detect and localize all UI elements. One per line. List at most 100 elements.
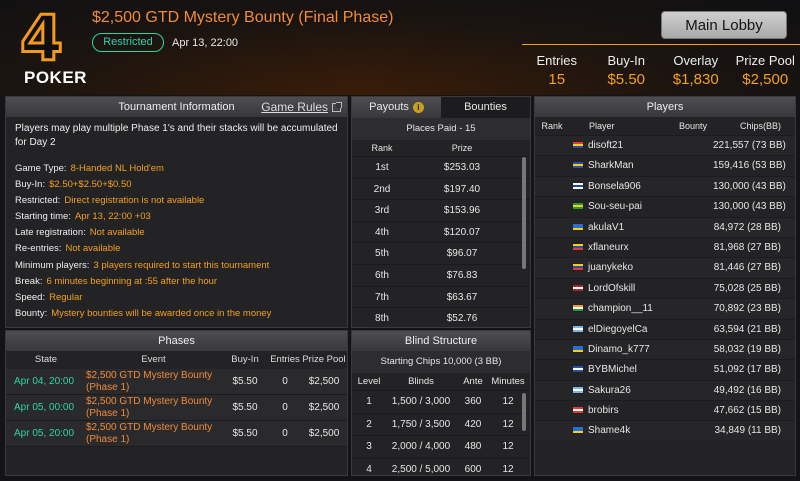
player-row[interactable]: disoft21 221,557 (73 BB) — [535, 135, 795, 156]
info-value: 3 players required to start this tournam… — [93, 259, 270, 271]
player-bounty — [673, 156, 713, 175]
player-row[interactable]: Dinamo_k777 58,032 (19 BB) — [535, 338, 795, 360]
player-row[interactable]: Bonsela906 130,000 (43 BB) — [535, 175, 795, 197]
blind-ante: 360 — [464, 396, 482, 407]
player-cell: Bonsela906 — [569, 177, 673, 196]
phase-row[interactable]: Apr 05, 20:00 $2,500 GTD Mystery Bounty (… — [6, 421, 347, 447]
player-row[interactable]: Sakura26 49,492 (16 BB) — [535, 379, 795, 401]
payouts-scrollbar[interactable] — [522, 157, 526, 269]
player-rank — [535, 421, 569, 440]
blind-row: 4 2,500 / 5,000 600 12 — [352, 457, 530, 476]
payout-row: 7th $63.67 — [352, 285, 530, 308]
info-key: Minimum players: — [15, 259, 90, 271]
blind-minutes: 12 — [502, 396, 514, 407]
player-row[interactable]: Sou-seu-pai 130,000 (43 BB) — [535, 196, 795, 216]
player-row[interactable]: champion__11 70,892 (23 BB) — [535, 298, 795, 319]
tab-bounties[interactable]: Bounties — [441, 97, 530, 118]
players-panel: Players Rank Player Bounty Chips(BB) dis… — [534, 96, 796, 476]
payout-rank: 5th — [375, 248, 389, 260]
info-key: Game Type: — [15, 163, 67, 174]
flag-icon — [572, 283, 584, 292]
player-chips: 130,000 (43 BB) — [713, 201, 786, 213]
player-row[interactable]: LordOfskill 75,028 (25 BB) — [535, 277, 795, 298]
payout-prize: $52.76 — [446, 313, 478, 325]
info-value: Not available — [89, 227, 145, 239]
player-row[interactable]: brobirs 47,662 (15 BB) — [535, 400, 795, 420]
player-bounty — [673, 320, 713, 339]
phase-row[interactable]: Apr 05, 00:00 $2,500 GTD Mystery Bounty (… — [6, 395, 347, 421]
player-chips: 75,028 (25 BB) — [713, 282, 781, 294]
payout-rank: 3rd — [374, 205, 390, 217]
player-cell: BYBMichel — [569, 360, 673, 379]
blind-structure-title: Blind Structure — [352, 331, 530, 351]
tournament-description: Players may play multiple Phase 1's and … — [15, 123, 338, 148]
blinds-scrollbar[interactable] — [522, 393, 526, 431]
player-name: champion__11 — [588, 303, 653, 315]
payout-rank: 8th — [375, 313, 389, 325]
payout-prize: $76.83 — [446, 269, 478, 281]
phase-row[interactable]: Apr 04, 20:00 $2,500 GTD Mystery Bounty (… — [6, 369, 347, 395]
info-value: Apr 13, 22:00 +03 — [74, 211, 151, 223]
blind-blinds: 2,000 / 4,000 — [391, 441, 451, 452]
player-row[interactable]: SharkMan 159,416 (53 BB) — [535, 155, 795, 175]
main-lobby-button[interactable]: Main Lobby — [661, 11, 787, 39]
player-chips: 81,446 (27 BB) — [713, 262, 781, 274]
phase-buyin: $5.50 — [232, 376, 258, 387]
blind-ante: 600 — [464, 463, 482, 475]
player-row[interactable]: Shame4k 34,849 (11 BB) — [535, 420, 795, 441]
places-paid: Places Paid - 15 — [352, 118, 530, 140]
payout-row: 6th $76.83 — [352, 263, 530, 286]
flag-icon — [572, 365, 584, 374]
player-rank — [535, 340, 569, 359]
stat-entries: Entries 15 — [522, 45, 592, 95]
player-row[interactable]: elDiegoyelCa 63,594 (21 BB) — [535, 318, 795, 339]
phase-state: Apr 05, 00:00 — [14, 402, 75, 413]
player-chips: 130,000 (43 BB) — [713, 180, 786, 192]
blind-row: 3 2,000 / 4,000 480 12 — [352, 435, 530, 458]
col-chips: Chips(BB) — [739, 121, 781, 131]
blind-blinds: 1,500 / 3,000 — [391, 396, 451, 407]
blind-minutes: 12 — [502, 463, 514, 475]
player-bounty — [673, 177, 713, 196]
payout-row: 8th $52.76 — [352, 307, 530, 327]
col-prize-pool: Prize Pool — [302, 354, 346, 365]
blind-level: 2 — [366, 418, 372, 430]
game-rules-link[interactable]: Game Rules — [261, 97, 342, 117]
player-name: Sakura26 — [588, 384, 631, 396]
info-icon[interactable]: i — [412, 102, 424, 113]
player-bounty — [673, 258, 713, 277]
player-bounty — [673, 421, 713, 440]
tab-payouts[interactable]: Payouts i — [352, 97, 441, 118]
player-cell: Sakura26 — [569, 381, 673, 400]
player-chips: 49,492 (16 BB) — [713, 384, 781, 396]
flag-icon — [572, 161, 584, 170]
player-cell: elDiegoyelCa — [569, 320, 673, 339]
stat-value: $1,830 — [672, 71, 719, 88]
blind-row: 2 1,750 / 3,500 420 12 — [352, 412, 530, 436]
player-row[interactable]: BYBMichel 51,092 (17 BB) — [535, 359, 795, 379]
flag-icon — [572, 406, 584, 415]
col-entries: Entries — [270, 354, 300, 365]
player-row[interactable]: xflaneurx 81,968 (27 BB) — [535, 236, 795, 257]
player-name: Bonsela906 — [588, 180, 641, 192]
blind-ante: 420 — [464, 418, 482, 430]
player-row[interactable]: akulaV1 84,972 (28 BB) — [535, 216, 795, 237]
blind-minutes: 12 — [502, 418, 514, 430]
player-chips: 159,416 (53 BB) — [713, 160, 786, 172]
player-name: elDiegoyelCa — [588, 323, 648, 335]
player-bounty — [673, 197, 713, 216]
phase-buyin: $5.50 — [232, 428, 258, 439]
player-cell: SharkMan — [569, 156, 673, 175]
blind-level: 1 — [366, 396, 372, 407]
flag-icon — [572, 222, 584, 231]
player-name: brobirs — [588, 405, 619, 417]
phase-entries: 0 — [282, 376, 288, 387]
player-rank — [535, 197, 569, 216]
player-row[interactable]: juanykeko 81,446 (27 BB) — [535, 257, 795, 278]
info-key: Starting time: — [15, 211, 71, 223]
player-bounty — [673, 360, 713, 379]
stat-label: Entries — [536, 53, 577, 68]
player-chips: 63,594 (21 BB) — [713, 323, 781, 335]
flag-icon — [572, 385, 584, 394]
flag-icon — [572, 202, 584, 211]
